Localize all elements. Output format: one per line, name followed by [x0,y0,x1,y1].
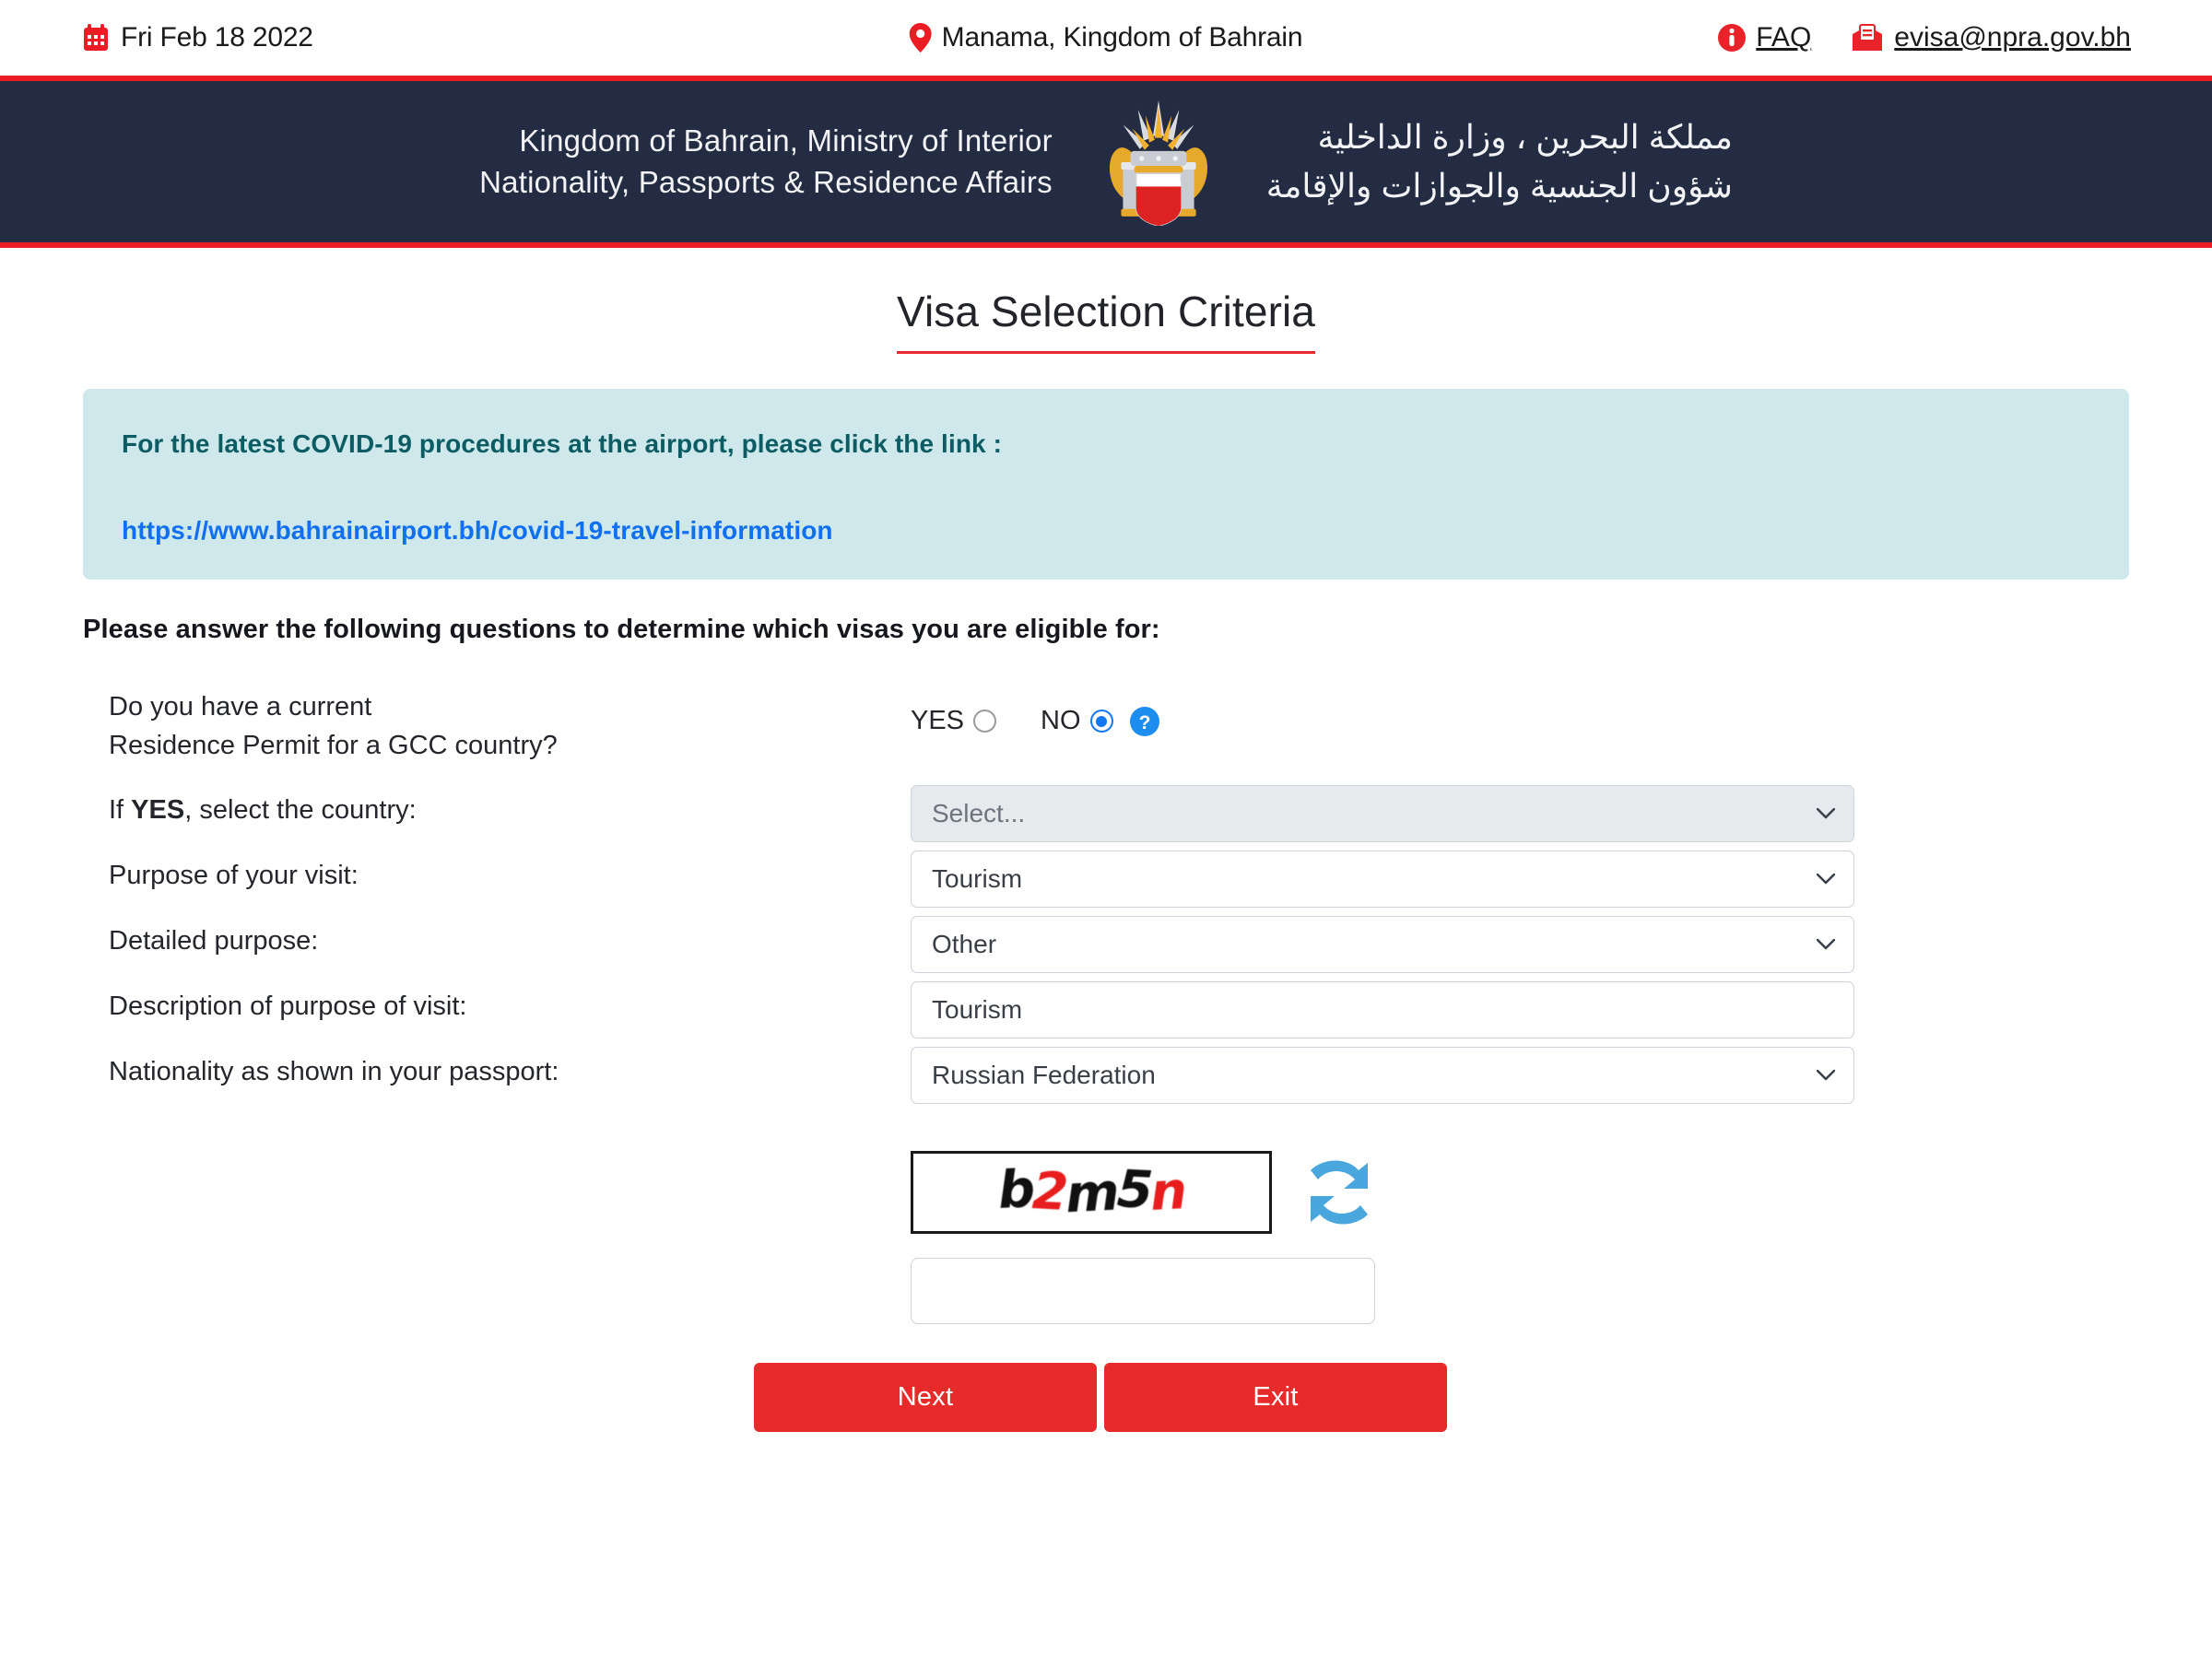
site-header-banner: Kingdom of Bahrain, Ministry of Interior… [0,81,2212,242]
captcha-image: b2m5n [911,1151,1272,1234]
purpose-label: Purpose of your visit: [109,861,359,890]
detailed-purpose-value: Other [932,930,997,958]
location-display: Manama, Kingdom of Bahrain [909,22,1303,53]
nationality-label: Nationality as shown in your passport: [109,1057,559,1086]
gcc-country-label: If YES, select the country: [109,785,417,829]
banner-arabic-line1: مملكة البحرين ، وزارة الداخلية [1317,118,1733,157]
calendar-icon [83,24,109,52]
captcha-code-text: b2m5n [996,1159,1186,1226]
covid-notice-link[interactable]: https://www.bahrainairport.bh/covid-19-t… [122,516,2090,546]
description-control: Tourism [911,981,1854,1038]
description-input[interactable]: Tourism [911,981,1854,1038]
detailed-purpose-select[interactable]: Other [911,916,1854,973]
captcha-input[interactable] [911,1258,1375,1324]
purpose-select[interactable]: Tourism [911,851,1854,908]
header-bottom-rule [0,242,2212,248]
envelope-icon [1852,24,1883,52]
gcc-permit-row: Do you have a current Residence Permit f… [0,682,2212,785]
info-circle-icon [1718,24,1747,52]
nationality-select[interactable]: Russian Federation [911,1047,1854,1104]
top-utility-bar: Fri Feb 18 2022 Manama, Kingdom of Bahra… [0,0,2212,76]
gcc-country-control: Select... [911,785,1854,842]
support-email-link[interactable]: evisa@npra.gov.bh [1894,22,2131,53]
page-title: Visa Selection Criteria [897,287,1315,354]
question-mark-circle-icon[interactable]: ? [1129,706,1159,736]
banner-english-line2: Nationality, Passports & Residence Affai… [479,164,1053,199]
location-text: Manama, Kingdom of Bahrain [941,22,1303,53]
nationality-control: Russian Federation [911,1047,1854,1104]
form-lead-text: Please answer the following questions to… [83,615,1160,644]
date-display: Fri Feb 18 2022 [83,22,313,53]
bahrain-coat-of-arms-icon [1109,100,1207,226]
covid-notice-heading: For the latest COVID-19 procedures at th… [122,429,1002,458]
banner-arabic-line2: شؤون الجنسية والجوازات والإقامة [1265,166,1733,205]
gcc-permit-yes-option[interactable]: YES [911,706,997,736]
detailed-purpose-label: Detailed purpose: [109,926,319,956]
purpose-row: Purpose of your visit: Tourism [0,851,2212,916]
gcc-country-select[interactable]: Select... [911,785,1854,842]
chevron-down-icon [1817,1070,1835,1081]
detailed-purpose-control: Other [911,916,1854,973]
gcc-permit-question: Do you have a current Residence Permit f… [109,682,558,765]
captcha-input-row [0,1258,2212,1324]
gcc-country-label-suffix: , select the country: [184,795,417,825]
covid-notice-banner: For the latest COVID-19 procedures at th… [83,389,2129,580]
exit-button[interactable]: Exit [1104,1363,1447,1432]
gcc-country-row: If YES, select the country: Select... [0,785,2212,851]
chevron-down-icon [1817,808,1835,819]
purpose-control: Tourism [911,851,1854,908]
gcc-country-label-prefix: If [109,795,132,825]
nationality-row: Nationality as shown in your passport: R… [0,1047,2212,1112]
top-links: FAQ evisa@npra.gov.bh [1718,22,2131,53]
current-date-text: Fri Feb 18 2022 [121,22,313,53]
description-row: Description of purpose of visit: Tourism [0,981,2212,1047]
description-label: Description of purpose of visit: [109,991,467,1021]
form-actions: Next Exit [0,1363,2212,1432]
gcc-permit-no-label: NO [1041,706,1081,735]
banner-english-text: Kingdom of Bahrain, Ministry of Interior… [479,121,1102,203]
page-title-container: Visa Selection Criteria [0,287,2212,354]
gcc-permit-yes-label: YES [911,706,965,735]
faq-link[interactable]: FAQ [1756,22,1811,53]
gcc-permit-no-radio[interactable] [1089,710,1113,733]
description-value: Tourism [932,995,1023,1024]
banner-arabic-text: مملكة البحرين ، وزارة الداخلية شؤون الجن… [1215,113,1733,209]
map-pin-icon [909,23,932,53]
banner-english-line1: Kingdom of Bahrain, Ministry of Interior [519,123,1053,158]
detailed-purpose-row: Detailed purpose: Other [0,916,2212,981]
chevron-down-icon [1817,874,1835,885]
gcc-permit-no-option[interactable]: NO [1041,706,1113,736]
gcc-country-value: Select... [932,799,1026,827]
chevron-down-icon [1817,939,1835,950]
captcha-row: b2m5n [0,1151,2212,1234]
purpose-value: Tourism [932,864,1023,893]
gcc-permit-question-line2: Residence Permit for a GCC country? [109,731,558,761]
gcc-permit-question-line1: Do you have a current [109,692,372,722]
gcc-permit-yes-radio[interactable] [973,710,997,733]
next-button[interactable]: Next [754,1363,1097,1432]
svg-text:?: ? [1138,712,1150,733]
gcc-permit-radio-group: YES NO ? [911,706,1159,736]
nationality-value: Russian Federation [932,1061,1156,1089]
refresh-arrows-icon[interactable] [1303,1152,1375,1233]
gcc-country-label-bold: YES [131,795,185,825]
visa-criteria-form: Do you have a current Residence Permit f… [0,682,2212,1432]
